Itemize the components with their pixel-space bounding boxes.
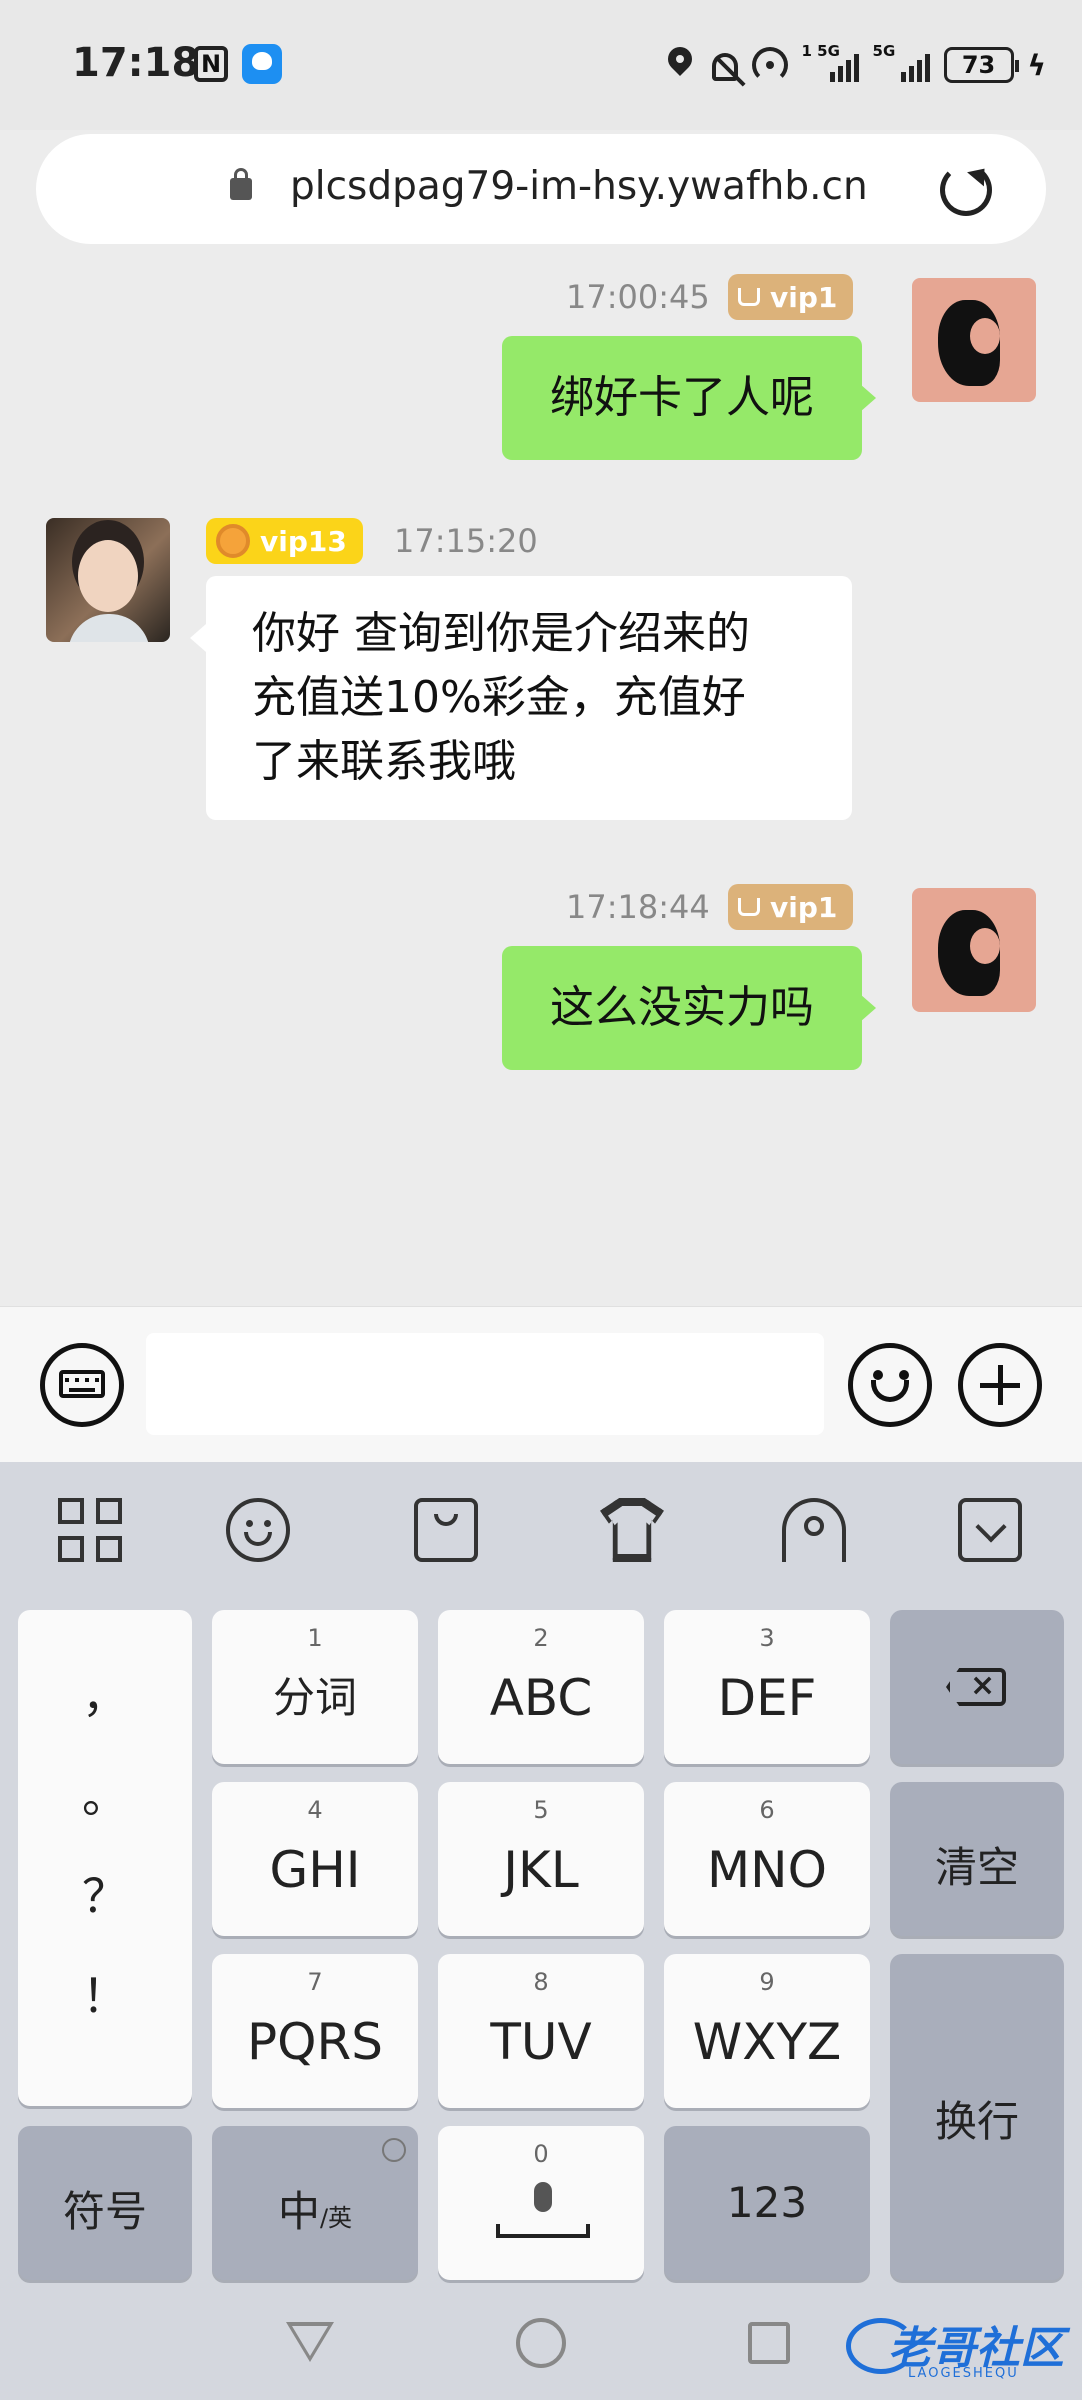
message-time: 17:18:44: [566, 888, 710, 926]
key-7[interactable]: 7 PQRS: [212, 1954, 418, 2108]
key-3[interactable]: 3 DEF: [664, 1610, 870, 1764]
message-line: 了来联系我哦: [252, 736, 516, 787]
key-4[interactable]: 4 GHI: [212, 1782, 418, 1936]
ai-assistant-icon[interactable]: [782, 1498, 846, 1562]
system-nav-bar: 老哥社区 LAOGESHEQU: [0, 2290, 1082, 2400]
key-5[interactable]: 5 JKL: [438, 1782, 644, 1936]
hotspot-icon: [751, 47, 788, 83]
url-text[interactable]: plcsdpag79-im-hsy.ywafhb.cn: [290, 164, 868, 209]
space-icon: [496, 2224, 590, 2238]
enter-key[interactable]: 换行: [890, 1954, 1064, 2280]
language-switch-key[interactable]: 中/英: [212, 2126, 418, 2280]
status-time: 17:18: [72, 40, 200, 86]
battery-icon: 73: [943, 47, 1019, 83]
signal-1-icon: 1 5G: [802, 42, 859, 82]
clipboard-bag-icon[interactable]: [414, 1498, 478, 1562]
my-message-bubble[interactable]: 绑好卡了人呢: [502, 336, 876, 460]
globe-icon: [382, 2138, 406, 2162]
reload-icon[interactable]: [940, 164, 992, 216]
keyboard-toggle-icon[interactable]: [40, 1343, 124, 1427]
message-line: 充值送10%彩金，充值好: [252, 672, 746, 723]
key-8[interactable]: 8 TUV: [438, 1954, 644, 2108]
home-icon[interactable]: [516, 2318, 566, 2368]
key-2[interactable]: 2 ABC: [438, 1610, 644, 1764]
punct-question[interactable]: ？: [18, 1860, 192, 1926]
nfc-icon: N: [194, 46, 228, 82]
punct-exclamation[interactable]: ！: [18, 1960, 192, 2026]
numbers-key[interactable]: 123: [664, 2126, 870, 2280]
signal-2-icon: 5G: [873, 42, 930, 82]
message-input[interactable]: [146, 1333, 824, 1435]
lock-icon: [230, 168, 252, 200]
key-6[interactable]: 6 MNO: [664, 1782, 870, 1936]
punct-comma[interactable]: ，: [18, 1660, 192, 1726]
charging-icon: ϟ: [1027, 48, 1046, 82]
status-icons: 1 5G 5G 73 ϟ: [662, 40, 1046, 90]
emoji-panel-icon[interactable]: [226, 1498, 290, 1562]
clear-key[interactable]: 清空: [890, 1782, 1064, 1936]
message-line: 你好 查询到你是介绍来的: [252, 608, 750, 659]
agent-message-bubble[interactable]: 你好 查询到你是介绍来的 充值送10%彩金，充值好 了来联系我哦: [190, 576, 852, 820]
vip-icon: [738, 898, 760, 916]
key-1[interactable]: 1 分词: [212, 1610, 418, 1764]
vip-badge: vip1: [728, 274, 854, 320]
emoji-icon[interactable]: [848, 1343, 932, 1427]
symbols-key[interactable]: 符号: [18, 2126, 192, 2280]
punctuation-key[interactable]: ， 。 ？ ！: [18, 1610, 192, 2106]
backspace-key[interactable]: ×: [890, 1610, 1064, 1764]
space-voice-key[interactable]: 0: [438, 2126, 644, 2280]
watermark-logo: 老哥社区 LAOGESHEQU: [846, 2310, 1066, 2390]
vip-icon: [738, 288, 760, 306]
mute-icon: [711, 53, 738, 81]
chat-area[interactable]: 17:00:45 vip1 绑好卡了人呢 vip13 17:15:20 你好 查…: [0, 262, 1082, 1306]
message-time: 17:15:20: [394, 522, 538, 560]
add-attachment-icon[interactable]: [958, 1343, 1042, 1427]
agent-avatar[interactable]: [46, 518, 170, 642]
vip-badge: vip1: [728, 884, 854, 930]
theme-shirt-icon[interactable]: [600, 1498, 664, 1562]
keyboard-toolbar: [0, 1462, 1082, 1598]
location-icon: [662, 47, 698, 83]
vip13-icon: [216, 524, 250, 558]
key-9[interactable]: 9 WXYZ: [664, 1954, 870, 2108]
soft-keyboard: ， 。 ？ ！ 1 分词 2 ABC 3 DEF × 4 GHI 5 JKL 6 MNO 清…: [0, 1462, 1082, 2400]
microphone-icon: [534, 2182, 552, 2212]
message-time: 17:00:45: [566, 278, 710, 316]
address-bar[interactable]: plcsdpag79-im-hsy.ywafhb.cn: [36, 134, 1046, 244]
recent-apps-icon[interactable]: [748, 2322, 790, 2364]
apps-grid-icon[interactable]: [58, 1498, 122, 1562]
hide-keyboard-icon[interactable]: [958, 1498, 1022, 1562]
status-bar: 17:18 N 1 5G 5G 73 ϟ: [0, 0, 1082, 130]
app-notification-icon: [242, 44, 282, 84]
my-avatar[interactable]: [912, 278, 1036, 402]
my-message-bubble[interactable]: 这么没实力吗: [502, 946, 876, 1070]
vip-badge: vip13: [206, 518, 363, 564]
message-input-bar: [0, 1306, 1082, 1462]
back-icon[interactable]: [286, 2322, 334, 2362]
punct-period[interactable]: 。: [18, 1760, 192, 1826]
my-avatar[interactable]: [912, 888, 1036, 1012]
